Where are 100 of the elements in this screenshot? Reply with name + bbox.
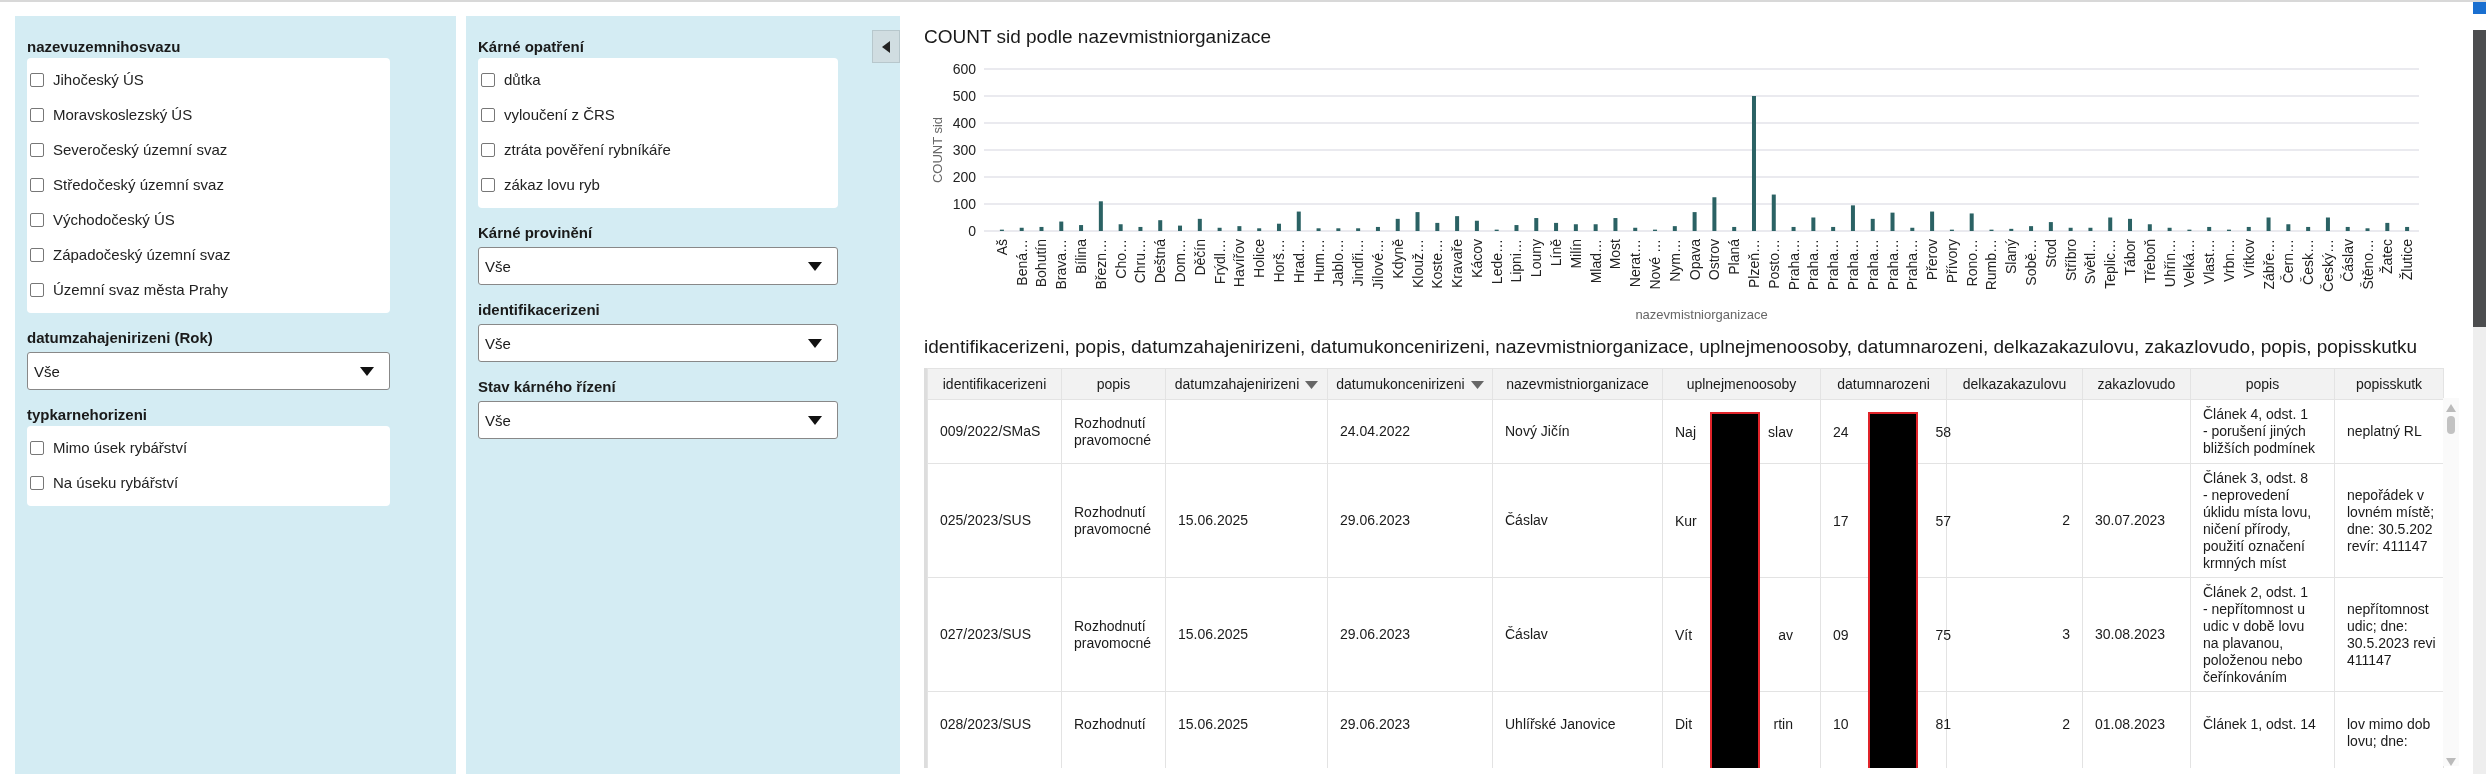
column-header[interactable]: delkazakazulovu xyxy=(1946,368,2083,400)
column-header[interactable]: datumzahajenirizeni xyxy=(1165,368,1328,400)
x-tick-label: Třeboň xyxy=(2141,239,2158,284)
column-header[interactable]: datumukoncenirizeni xyxy=(1327,368,1493,400)
bar xyxy=(1850,205,1855,231)
x-tick-label: Stod xyxy=(2042,239,2059,268)
dropdown[interactable]: Vše xyxy=(27,352,390,390)
checkbox[interactable] xyxy=(30,212,44,227)
x-tick-label: Hum… xyxy=(1310,239,1327,283)
bar xyxy=(1375,226,1380,231)
checkbox[interactable] xyxy=(30,247,44,262)
scrollbar[interactable] xyxy=(2443,398,2459,766)
table-cell: Rozhodnutí pravomocné xyxy=(1061,463,1166,578)
x-tick-label: Bená… xyxy=(1013,239,1030,286)
checkbox-label[interactable]: Na úseku rybářství xyxy=(53,474,179,491)
x-tick-label: Praha… xyxy=(1904,239,1921,291)
bar xyxy=(1910,227,1915,231)
caret-icon xyxy=(360,366,374,376)
bar xyxy=(2029,226,2034,231)
x-tick-label: Opava xyxy=(1686,239,1703,281)
table-cell: 15.06.2025 xyxy=(1165,577,1328,692)
bar xyxy=(1316,228,1321,231)
checkbox-label[interactable]: Středočeský územní svaz xyxy=(53,176,224,193)
x-tick-label: Chru… xyxy=(1132,239,1149,284)
checkbox-label[interactable]: vyloučení z ČRS xyxy=(504,106,615,123)
checkbox-label[interactable]: Západočeský územní svaz xyxy=(53,246,231,263)
y-tick-label: 100 xyxy=(952,196,976,212)
checkbox-label[interactable]: Severočeský územní svaz xyxy=(53,141,228,158)
filter-title: Stav kárného řízení xyxy=(478,378,617,395)
caret-icon xyxy=(808,261,822,271)
x-tick-label: Přívory xyxy=(1943,239,1960,284)
collapse-button[interactable] xyxy=(872,30,900,63)
table-title: identifikacerizeni, popis, datumzahajenirizeni, datumukoncenirizeni, nazevmistniorganizace, uplnejmenoosoby, datumnarozeni, delkazakazulovu, zakazlovudo, popis, popisskutku xyxy=(924,336,2419,358)
table-cell: Článek 2, odst. 1 - nepřítomnost u udic v době lovu na plavanou, položenou nebo čeřínkováním xyxy=(2190,577,2335,692)
filter-title: Kárné provinění xyxy=(478,224,594,241)
dropdown[interactable]: Vše xyxy=(478,247,838,285)
column-header[interactable]: identifikacerizeni xyxy=(927,368,1062,400)
checkbox[interactable] xyxy=(481,177,495,192)
bar xyxy=(1079,225,1084,231)
column-header[interactable]: popis xyxy=(2190,368,2335,400)
dropdown[interactable]: Vše xyxy=(478,401,838,439)
y-tick-label: 400 xyxy=(952,115,976,131)
x-tick-label: Jílové… xyxy=(1369,239,1386,290)
checkbox[interactable] xyxy=(30,142,44,157)
column-header[interactable]: uplnejmenoosoby xyxy=(1662,368,1821,400)
column-header[interactable]: datumnarozeni xyxy=(1820,368,1947,400)
checkbox-label[interactable]: důtka xyxy=(504,71,541,88)
checkbox[interactable] xyxy=(481,142,495,157)
sort-menu-icon[interactable] xyxy=(1305,381,1319,390)
x-tick-label: Kdyně xyxy=(1389,239,1406,279)
bar xyxy=(1415,212,1420,231)
checkbox-label[interactable]: ztráta pověření rybníkáře xyxy=(504,141,671,158)
x-tick-label: Světl… xyxy=(2082,239,2099,285)
checkbox[interactable] xyxy=(30,475,44,490)
checkbox-label[interactable]: Jihočeský ÚS xyxy=(53,71,144,88)
checkbox[interactable] xyxy=(30,440,44,455)
table-cell: Čáslav xyxy=(1492,463,1663,578)
dropdown[interactable]: Vše xyxy=(478,324,838,362)
bar xyxy=(1474,220,1479,231)
checkbox[interactable] xyxy=(30,282,44,297)
column-header[interactable]: popisskutk xyxy=(2334,368,2444,400)
y-tick-label: 500 xyxy=(952,88,976,104)
bar xyxy=(1771,194,1776,231)
bar xyxy=(1178,225,1182,231)
checkbox[interactable] xyxy=(481,72,495,87)
checkbox-label[interactable]: Územní svaz města Prahy xyxy=(53,281,229,298)
checkbox[interactable] xyxy=(30,107,44,122)
checkbox[interactable] xyxy=(30,177,44,192)
checkbox[interactable] xyxy=(30,72,44,87)
checkbox-label[interactable]: Moravskoslezský ÚS xyxy=(53,106,193,123)
x-tick-label: Štěno… xyxy=(2359,239,2376,290)
x-tick-label: Rono… xyxy=(1963,239,1980,287)
column-header[interactable]: zakazlovudo xyxy=(2082,368,2191,400)
scroll-thumb[interactable] xyxy=(2447,416,2455,434)
bar xyxy=(2147,224,2152,231)
bar xyxy=(2048,222,2053,231)
bar xyxy=(2405,226,2410,231)
x-tick-label: Mlad… xyxy=(1587,239,1604,284)
checkbox-label[interactable]: Mimo úsek rybářství xyxy=(53,439,188,456)
column-header[interactable]: nazevmistniorganizace xyxy=(1492,368,1663,400)
checkbox-label[interactable]: zákaz lovu ryb xyxy=(504,176,600,193)
bar xyxy=(2167,227,2172,231)
y-tick-label: 600 xyxy=(952,61,976,77)
x-tick-label: Bílina xyxy=(1073,239,1090,275)
checkbox-label[interactable]: Východočeský ÚS xyxy=(53,211,175,228)
column-header[interactable]: popis xyxy=(1061,368,1166,400)
x-tick-label: Žatec xyxy=(2379,239,2396,274)
x-tick-label: Jindři… xyxy=(1350,239,1367,287)
bar xyxy=(2306,226,2311,231)
bar xyxy=(1217,227,1222,231)
bar xyxy=(1435,222,1440,231)
x-tick-label: Český… xyxy=(2319,239,2336,292)
table-cell: Článek 3, odst. 8 - neprovedení úklidu místa lovu, ničení přírody, použití označení krmných míst xyxy=(2190,463,2335,578)
sort-menu-icon[interactable] xyxy=(1470,381,1484,390)
bar xyxy=(1257,228,1262,231)
checkbox[interactable] xyxy=(481,107,495,122)
x-tick-label: Nové … xyxy=(1647,239,1663,290)
table-cell: 009/2022/SMaS xyxy=(927,399,1062,464)
triangle-left-icon xyxy=(882,40,890,53)
bar xyxy=(1019,227,1024,231)
